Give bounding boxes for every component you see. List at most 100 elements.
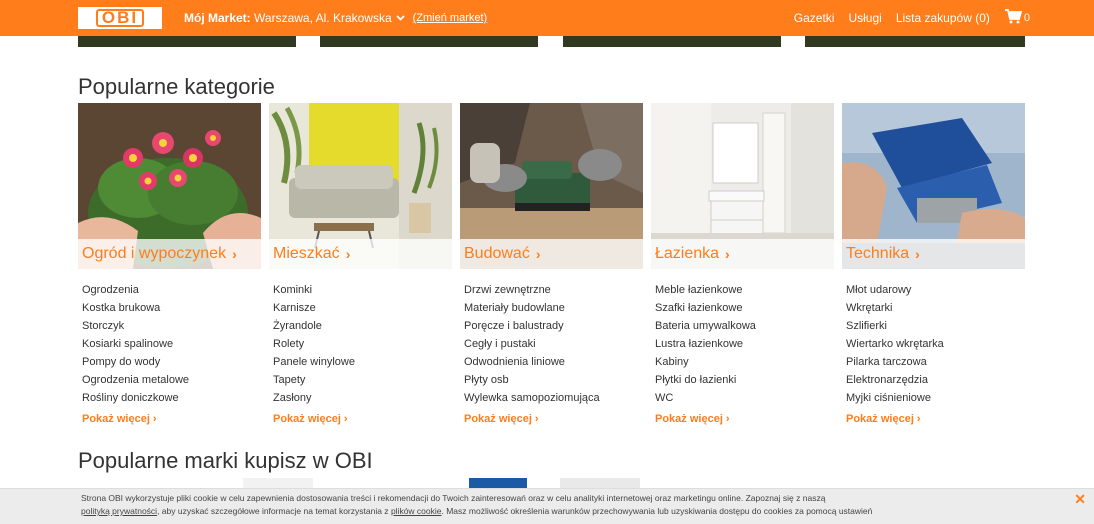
list-item[interactable]: Odwodnienia liniowe (464, 353, 643, 371)
top-bar-inner: OBI Mój Market: Warszawa, Al. Krakowska … (78, 0, 1030, 36)
list-item[interactable]: Wylewka samopoziomująca (464, 389, 643, 407)
list-item[interactable]: Kostka brukowa (82, 299, 261, 317)
chevron-right-icon: › (535, 246, 541, 262)
obi-logo[interactable]: OBI (78, 7, 162, 29)
list-item[interactable]: Ogrodzenia metalowe (82, 371, 261, 389)
cart-icon (1004, 9, 1024, 27)
cookie-text-part-2: , aby uzyskać szczegółowe informacje na … (157, 506, 389, 516)
list-item[interactable]: Storczyk (82, 317, 261, 335)
gazetki-link[interactable]: Gazetki (794, 11, 835, 25)
category-technology: Technika › Młot udarowy Wkrętarki Szlifi… (842, 103, 1025, 425)
privacy-policy-link[interactable]: polityką prywatności (81, 506, 157, 516)
show-more-link[interactable]: Pokaż więcej › (651, 413, 834, 425)
show-more-link[interactable]: Pokaż więcej › (78, 413, 261, 425)
chevron-right-icon: › (232, 246, 237, 262)
chevron-right-icon: › (534, 413, 539, 425)
list-item[interactable]: Drzwi zewnętrzne (464, 281, 643, 299)
list-item[interactable]: Płyty osb (464, 371, 643, 389)
cookie-banner: Strona OBI wykorzystuje pliki cookie w c… (0, 488, 1094, 524)
category-links: Drzwi zewnętrzne Materiały budowlane Por… (460, 269, 643, 407)
cookie-files-link[interactable]: plików cookie (391, 506, 442, 516)
list-item[interactable]: Tapety (273, 371, 452, 389)
chevron-right-icon: › (345, 246, 351, 262)
category-image-build[interactable]: Budować › (460, 103, 643, 269)
close-icon[interactable]: ✕ (1074, 491, 1086, 508)
show-more-link[interactable]: Pokaż więcej › (269, 413, 452, 425)
list-item[interactable]: Kosiarki spalinowe (82, 335, 261, 353)
list-item[interactable]: Kabiny (655, 353, 834, 371)
list-item[interactable]: Ogrodzenia (82, 281, 261, 299)
show-more-link[interactable]: Pokaż więcej › (460, 413, 643, 425)
list-item[interactable]: Meble łazienkowe (655, 281, 834, 299)
category-name: Mieszkać (273, 245, 340, 262)
chevron-right-icon: › (152, 413, 157, 425)
list-item[interactable]: Szafki łazienkowe (655, 299, 834, 317)
list-item[interactable]: Pompy do wody (82, 353, 261, 371)
list-item[interactable]: Poręcze i balustrady (464, 317, 643, 335)
list-item[interactable]: Płytki do łazienki (655, 371, 834, 389)
uslugi-link[interactable]: Usługi (848, 11, 881, 25)
show-more-label: Pokaż więcej (655, 413, 723, 425)
cart-count: 0 (1023, 12, 1030, 24)
cookie-text-part-3: . Masz możliwość określenia warunków prz… (441, 506, 873, 516)
list-item[interactable]: Żyrandole (273, 317, 452, 335)
list-item[interactable]: Materiały budowlane (464, 299, 643, 317)
list-item[interactable]: Kominki (273, 281, 452, 299)
logo-text: OBI (95, 9, 145, 27)
show-more-label: Pokaż więcej (464, 413, 532, 425)
chevron-right-icon: › (343, 413, 348, 425)
list-item[interactable]: Lustra łazienkowe (655, 335, 834, 353)
category-name-band[interactable]: Technika › (842, 239, 1025, 269)
category-image-garden[interactable]: Ogród i wypoczynek › (78, 103, 261, 269)
banner-image-1[interactable] (78, 36, 296, 47)
list-item[interactable]: Wiertarko wkrętarka (846, 335, 1025, 353)
list-item[interactable]: Wkrętarki (846, 299, 1025, 317)
my-market[interactable]: Mój Market: Warszawa, Al. Krakowska (Zmi… (184, 11, 487, 25)
category-name-band[interactable]: Łazienka › (651, 239, 834, 269)
banner-image-4[interactable] (805, 36, 1025, 47)
category-image-bathroom[interactable]: Łazienka › (651, 103, 834, 269)
show-more-link[interactable]: Pokaż więcej › (842, 413, 1025, 425)
list-item[interactable]: Rośliny doniczkowe (82, 389, 261, 407)
chevron-right-icon: › (725, 413, 730, 425)
category-garden: Ogród i wypoczynek › Ogrodzenia Kostka b… (78, 103, 261, 425)
banner-image-2[interactable] (320, 36, 538, 47)
list-item[interactable]: Rolety (273, 335, 452, 353)
category-grid: Ogród i wypoczynek › Ogrodzenia Kostka b… (78, 103, 1026, 425)
category-bathroom: Łazienka › Meble łazienkowe Szafki łazie… (651, 103, 834, 425)
category-name-band[interactable]: Ogród i wypoczynek › (78, 239, 261, 269)
chevron-down-icon[interactable] (396, 13, 405, 24)
category-name-band[interactable]: Mieszkać › (269, 239, 452, 269)
list-item[interactable]: Młot udarowy (846, 281, 1025, 299)
chevron-right-icon: › (915, 246, 920, 262)
list-item[interactable]: Szlifierki (846, 317, 1025, 335)
list-item[interactable]: Pilarka tarczowa (846, 353, 1025, 371)
list-item[interactable]: Cegły i pustaki (464, 335, 643, 353)
show-more-label: Pokaż więcej (846, 413, 914, 425)
market-label: Mój Market: (184, 11, 251, 25)
chevron-right-icon: › (725, 246, 730, 262)
cookie-text-part-1: Strona OBI wykorzystuje pliki cookie w c… (81, 493, 826, 503)
cookie-text: Strona OBI wykorzystuje pliki cookie w c… (81, 492, 1001, 518)
popular-brands-title: Popularne marki kupisz w OBI (78, 448, 373, 473)
list-item[interactable]: Elektronarzędzia (846, 371, 1025, 389)
list-item[interactable]: Panele winylowe (273, 353, 452, 371)
shopping-list-link[interactable]: Lista zakupów (0) (896, 11, 990, 25)
list-item[interactable]: Myjki ciśnieniowe (846, 389, 1025, 407)
cart-button[interactable]: 0 (1004, 9, 1030, 27)
list-item[interactable]: Zasłony (273, 389, 452, 407)
category-image-technology[interactable]: Technika › (842, 103, 1025, 269)
change-market-link[interactable]: (Zmień market) (413, 12, 488, 24)
chevron-right-icon: › (916, 413, 921, 425)
category-links: Meble łazienkowe Szafki łazienkowe Bater… (651, 269, 834, 407)
category-image-living[interactable]: Mieszkać › (269, 103, 452, 269)
list-item[interactable]: Karnisze (273, 299, 452, 317)
popular-categories-title: Popularne kategorie (78, 74, 275, 99)
category-name-band[interactable]: Budować › (460, 239, 643, 269)
banner-image-3[interactable] (563, 36, 781, 47)
top-links: Gazetki Usługi Lista zakupów (0) 0 (780, 9, 1030, 27)
category-name: Budować (464, 245, 530, 262)
list-item[interactable]: WC (655, 389, 834, 407)
list-item[interactable]: Bateria umywalkowa (655, 317, 834, 335)
category-name: Ogród i wypoczynek (82, 245, 227, 262)
